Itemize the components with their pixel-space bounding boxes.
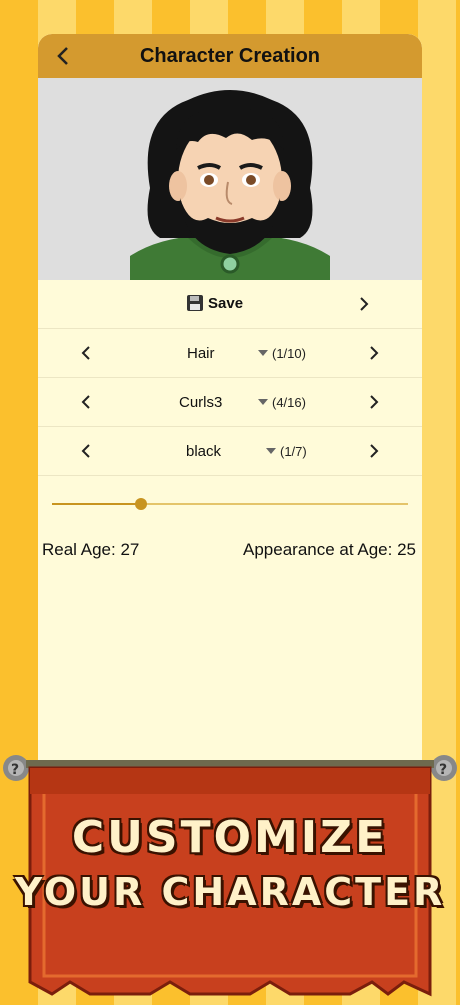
slider-fill	[52, 503, 141, 505]
selector-count: (4/16)	[272, 394, 306, 410]
age-slider[interactable]	[38, 476, 422, 534]
character-avatar-image	[130, 90, 330, 280]
header-bar: Character Creation	[38, 34, 422, 78]
chevron-left-icon	[57, 47, 68, 65]
chevron-right-icon	[360, 297, 369, 311]
chevron-right-icon	[370, 346, 379, 360]
back-button[interactable]	[48, 41, 78, 71]
chevron-right-icon	[370, 395, 379, 409]
next-button[interactable]	[350, 290, 378, 318]
prev-button[interactable]	[72, 437, 100, 465]
selector-label: Hair	[187, 344, 215, 362]
selector-count: (1/10)	[272, 345, 306, 361]
chevron-left-icon	[81, 395, 90, 409]
save-row: Save	[38, 280, 422, 329]
selector-dropdown[interactable]: (1/7)	[266, 444, 307, 459]
save-label: Save	[208, 294, 244, 312]
chevron-right-icon	[370, 444, 379, 458]
selector-row-color: black (1/7)	[38, 427, 422, 476]
prev-button[interactable]	[72, 339, 100, 367]
save-button[interactable]: Save	[186, 294, 243, 312]
caret-down-icon	[258, 399, 268, 405]
appearance-age-label: Appearance at Age: 25	[243, 540, 416, 559]
chevron-left-icon	[81, 444, 90, 458]
next-button[interactable]	[360, 339, 388, 367]
banner-line-1: CUSTOMIZE	[71, 812, 389, 863]
next-button[interactable]	[360, 388, 388, 416]
prev-button[interactable]	[72, 388, 100, 416]
slider-thumb[interactable]	[135, 498, 147, 510]
banner-line-2: YOUR CHARACTER	[14, 870, 446, 914]
caret-down-icon	[258, 350, 268, 356]
selector-count: (1/7)	[280, 443, 307, 459]
real-age-label: Real Age: 27	[42, 540, 140, 559]
selector-dropdown[interactable]: (4/16)	[258, 395, 306, 410]
floppy-disk-icon	[187, 295, 203, 311]
character-portrait	[38, 78, 422, 280]
promo-banner: ? ? CUSTOMIZE YOUR CHARACTER	[0, 754, 460, 1000]
page-title: Character Creation	[139, 44, 321, 67]
selector-label: Curls3	[179, 393, 223, 411]
selector-label: black	[186, 442, 222, 460]
svg-text:?: ?	[11, 762, 19, 778]
next-button[interactable]	[360, 437, 388, 465]
caret-down-icon	[266, 448, 276, 454]
age-info: Real Age: 27 Appearance at Age: 25	[38, 534, 422, 574]
character-creation-panel: Character Creation Save Hair (1/10) Curl…	[38, 34, 422, 794]
chevron-left-icon	[81, 346, 90, 360]
svg-text:?: ?	[439, 762, 447, 778]
selector-row-style: Curls3 (4/16)	[38, 378, 422, 427]
selector-row-hair: Hair (1/10)	[38, 329, 422, 378]
selector-dropdown[interactable]: (1/10)	[258, 346, 306, 361]
